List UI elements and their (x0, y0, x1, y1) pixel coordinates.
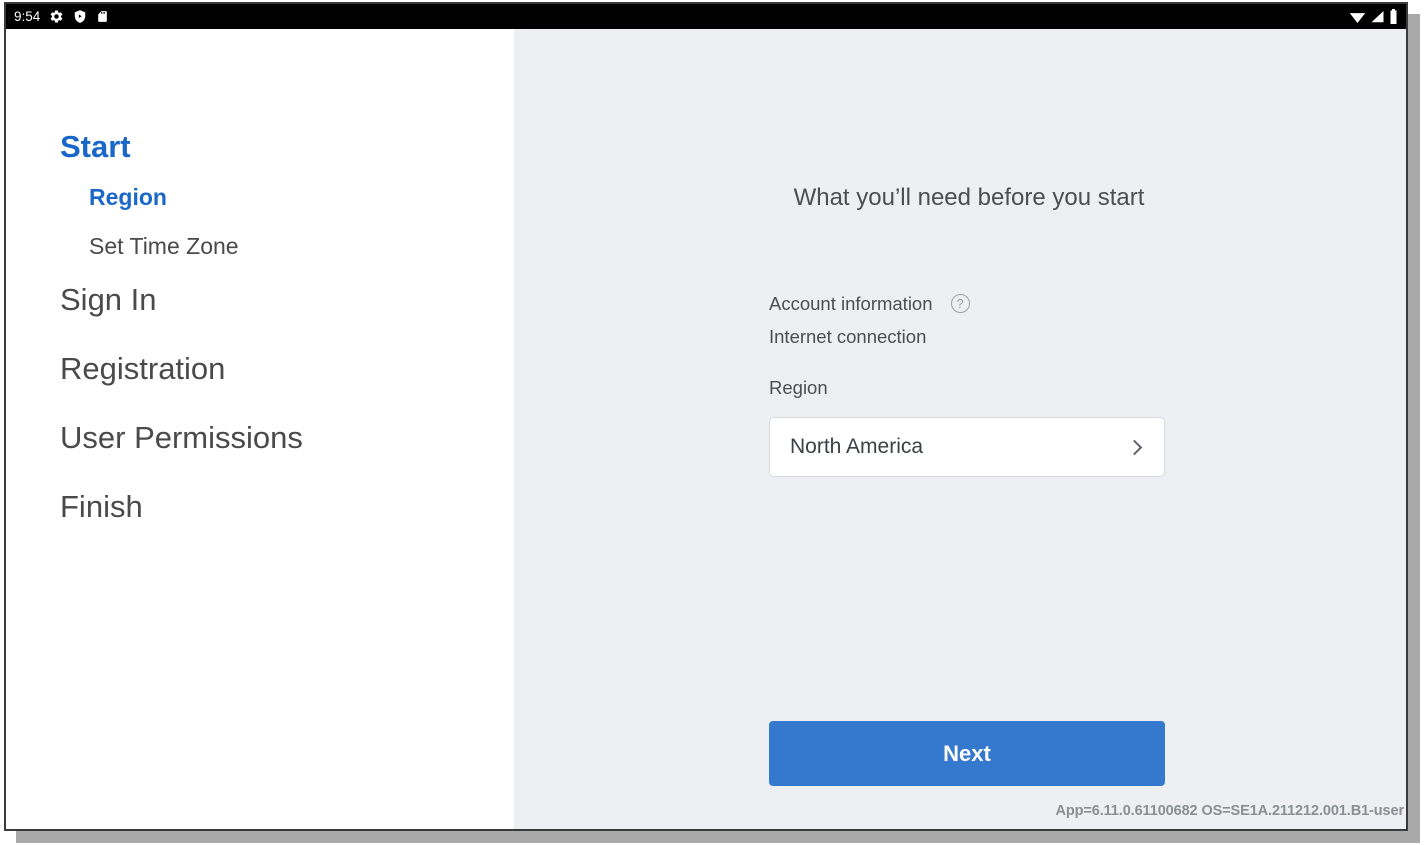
status-clock: 9:54 (14, 9, 41, 24)
help-circle-icon[interactable]: ? (950, 294, 970, 313)
wizard-body: Start Region Set Time Zone Sign In Regis… (6, 29, 1406, 829)
sidebar-item-start[interactable]: Start (60, 131, 490, 162)
status-bar-left: 9:54 (14, 9, 109, 24)
wizard-sidebar: Start Region Set Time Zone Sign In Regis… (6, 29, 514, 829)
region-field-label: Region (769, 377, 828, 398)
sidebar-item-sign-in[interactable]: Sign In (60, 284, 490, 315)
requirement-label: Account information (769, 292, 933, 314)
wifi-icon (1349, 10, 1366, 24)
sidebar-item-user-permissions[interactable]: User Permissions (60, 422, 490, 453)
status-bar: 9:54 (6, 4, 1406, 29)
wizard-main-panel: What you’ll need before you start Accoun… (514, 29, 1406, 829)
sd-card-icon (96, 9, 109, 24)
next-button[interactable]: Next (769, 721, 1165, 786)
sidebar-item-finish[interactable]: Finish (60, 491, 490, 522)
device-window: 9:54 Start Region Set Time Zone Sign In … (4, 2, 1408, 831)
region-selected-value: North America (790, 435, 924, 458)
version-footer: App=6.11.0.61100682 OS=SE1A.211212.001.B… (1055, 803, 1405, 819)
page-title: What you’ll need before you start (793, 184, 1145, 211)
requirements-list: Account information ? Internet connectio… (769, 287, 1169, 353)
region-select[interactable]: North America (769, 417, 1165, 477)
shield-play-icon (73, 9, 87, 24)
gear-icon (49, 9, 64, 24)
requirement-row-internet-connection: Internet connection (769, 320, 1169, 353)
requirement-label: Internet connection (769, 325, 927, 347)
sidebar-nav: Start Region Set Time Zone Sign In Regis… (60, 131, 490, 560)
sidebar-item-set-time-zone[interactable]: Set Time Zone (89, 235, 490, 258)
requirement-row-account-information: Account information ? (769, 287, 1169, 320)
battery-icon (1389, 9, 1398, 24)
sidebar-item-registration[interactable]: Registration (60, 353, 490, 384)
chevron-right-icon (1126, 439, 1143, 455)
status-bar-right (1349, 9, 1398, 24)
cellular-signal-icon (1370, 10, 1385, 24)
sidebar-item-region[interactable]: Region (89, 186, 490, 209)
